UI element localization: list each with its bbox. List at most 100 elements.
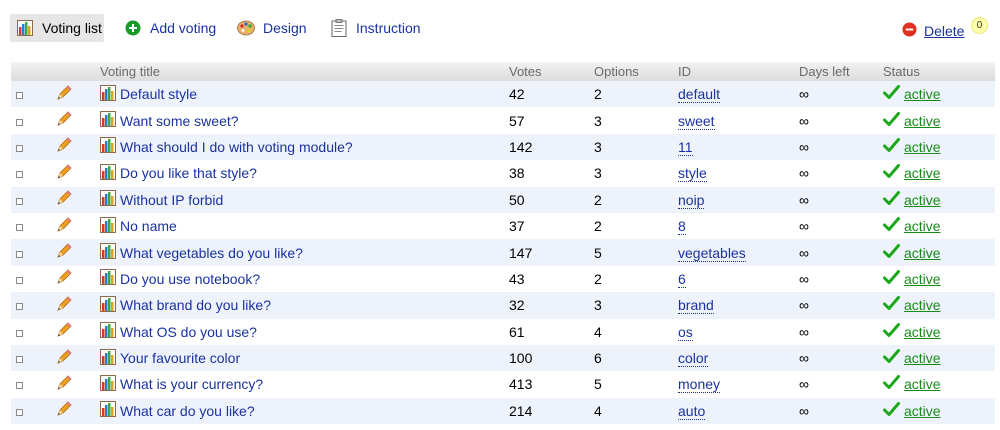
header-voting-title[interactable]: Voting title — [100, 62, 509, 81]
row-checkbox[interactable] — [16, 92, 23, 100]
instruction-label: Instruction — [356, 20, 421, 36]
voting-title-link[interactable]: Without IP forbid — [100, 190, 223, 209]
bar-chart-icon — [100, 216, 116, 236]
row-id-link[interactable]: money — [678, 376, 721, 394]
row-status-cell: active — [883, 160, 995, 186]
status-toggle[interactable]: active — [883, 85, 941, 103]
status-toggle[interactable]: active — [883, 111, 941, 130]
row-id-link[interactable]: 8 — [678, 218, 686, 236]
status-toggle[interactable]: active — [883, 190, 941, 209]
voting-title-text: What vegetables do you like? — [120, 244, 303, 261]
voting-title-link[interactable]: What should I do with voting module? — [100, 137, 353, 156]
status-toggle[interactable]: active — [883, 349, 941, 367]
row-checkbox[interactable] — [16, 356, 23, 364]
status-label: active — [904, 402, 941, 419]
row-checkbox[interactable] — [16, 144, 23, 152]
row-id-link[interactable]: default — [678, 86, 721, 104]
row-options: 2 — [594, 270, 602, 287]
header-options[interactable]: Options — [594, 62, 678, 81]
row-checkbox[interactable] — [16, 303, 23, 311]
voting-title-text: Default style — [120, 86, 198, 103]
row-checkbox[interactable] — [16, 329, 23, 337]
design-button[interactable]: Design — [237, 14, 307, 42]
pencil-icon[interactable] — [55, 85, 73, 105]
row-id-link[interactable]: 6 — [678, 270, 686, 288]
row-id-link[interactable]: style — [678, 165, 707, 183]
row-checkbox[interactable] — [16, 408, 23, 416]
voting-title-link[interactable]: Default style — [100, 84, 198, 104]
status-toggle[interactable]: active — [883, 375, 941, 393]
row-id-link[interactable]: noip — [678, 191, 705, 209]
pencil-icon[interactable] — [55, 190, 73, 210]
row-options: 5 — [594, 376, 602, 393]
voting-title-link[interactable]: What vegetables do you like? — [100, 243, 303, 262]
status-toggle[interactable]: active — [883, 269, 941, 288]
row-select-cell — [11, 187, 55, 213]
pencil-icon[interactable] — [55, 269, 73, 289]
row-id-link[interactable]: vegetables — [678, 244, 746, 262]
status-toggle[interactable]: active — [883, 322, 941, 341]
voting-list-tab[interactable]: Voting list — [10, 14, 104, 42]
voting-title-link[interactable]: What OS do you use? — [100, 322, 257, 341]
row-id-link[interactable]: color — [678, 350, 709, 368]
status-toggle[interactable]: active — [883, 217, 941, 235]
row-edit-cell — [55, 319, 100, 345]
row-checkbox[interactable] — [16, 382, 23, 390]
pencil-icon[interactable] — [55, 349, 73, 369]
row-checkbox[interactable] — [16, 171, 23, 179]
voting-title-text: What should I do with voting module? — [120, 138, 353, 155]
status-toggle[interactable]: active — [883, 164, 941, 182]
pencil-icon[interactable] — [55, 111, 73, 131]
status-toggle[interactable]: active — [883, 243, 941, 262]
voting-title-link[interactable]: Your favourite color — [100, 348, 240, 368]
row-id-link[interactable]: auto — [678, 402, 706, 420]
table-row: What should I do with voting module? 142… — [11, 133, 995, 161]
pencil-icon[interactable] — [55, 137, 73, 157]
row-checkbox[interactable] — [16, 118, 23, 126]
row-title-cell: What is your currency? — [100, 371, 509, 397]
row-id-cell: brand — [678, 292, 799, 318]
pencil-icon[interactable] — [55, 217, 73, 237]
table-row: Do you use notebook? 43 2 6 ∞ active — [11, 266, 995, 292]
row-id-link[interactable]: 11 — [678, 138, 693, 156]
row-id-link[interactable]: sweet — [678, 112, 715, 130]
table-body: Default style 42 2 default ∞ active Want… — [11, 81, 995, 425]
pencil-icon[interactable] — [55, 322, 73, 342]
voting-title-link[interactable]: Do you use notebook? — [100, 269, 260, 288]
row-id-link[interactable]: brand — [678, 297, 714, 315]
row-votes: 37 — [509, 218, 525, 235]
row-checkbox[interactable] — [16, 276, 23, 284]
row-votes: 61 — [509, 323, 525, 340]
row-checkbox[interactable] — [16, 197, 23, 205]
add-voting-button[interactable]: Add voting — [124, 14, 216, 42]
pencil-icon[interactable] — [55, 243, 73, 263]
row-checkbox[interactable] — [16, 224, 23, 232]
instruction-button[interactable]: Instruction — [330, 14, 421, 42]
voting-title-link[interactable]: Want some sweet? — [100, 111, 239, 130]
pencil-icon[interactable] — [55, 401, 73, 421]
header-id[interactable]: ID — [678, 62, 799, 81]
voting-title-link[interactable]: No name — [100, 216, 177, 236]
design-label: Design — [263, 20, 307, 36]
status-toggle[interactable]: active — [883, 296, 941, 314]
row-checkbox[interactable] — [16, 250, 23, 258]
row-options: 2 — [594, 191, 602, 208]
pencil-icon[interactable] — [55, 296, 73, 316]
delete-button[interactable]: Delete 0 — [902, 17, 988, 40]
header-votes[interactable]: Votes — [509, 62, 594, 81]
status-toggle[interactable]: active — [883, 137, 941, 156]
pencil-icon[interactable] — [55, 375, 73, 395]
header-days-left[interactable]: Days left — [799, 62, 883, 81]
status-label: active — [904, 297, 941, 314]
table-row: Default style 42 2 default ∞ active — [11, 81, 995, 108]
status-toggle[interactable]: active — [883, 401, 941, 420]
voting-title-link[interactable]: What brand do you like? — [100, 295, 271, 315]
voting-title-link[interactable]: What car do you like? — [100, 401, 255, 420]
row-options: 3 — [594, 138, 602, 155]
voting-title-link[interactable]: Do you like that style? — [100, 163, 257, 183]
checkmark-icon — [883, 296, 900, 314]
header-status[interactable]: Status — [883, 62, 995, 81]
row-id-link[interactable]: os — [678, 323, 693, 341]
pencil-icon[interactable] — [55, 164, 73, 184]
voting-title-link[interactable]: What is your currency? — [100, 374, 263, 394]
